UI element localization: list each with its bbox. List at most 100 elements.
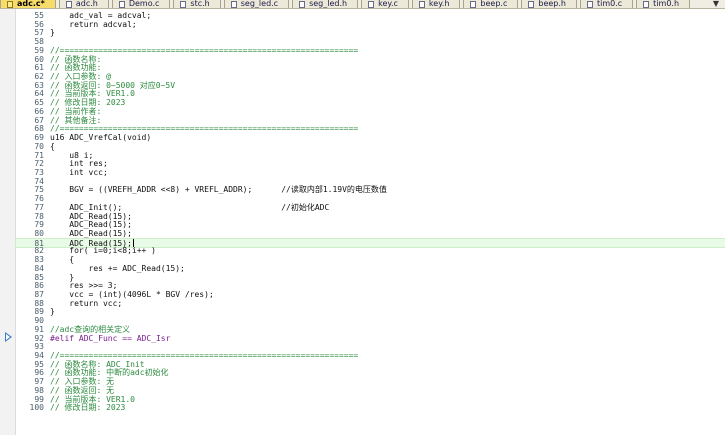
tab-label: key.h	[428, 0, 450, 8]
tab-beep-c[interactable]: beep.c	[463, 0, 519, 8]
line-text: {	[50, 141, 55, 151]
code-line[interactable]: 96// 函数功能: 中断的adc初始化	[16, 369, 725, 378]
line-text: vcc = (int)(4096L * BGV /res);	[50, 290, 214, 299]
code-editor[interactable]: 55 adc_val = adcval; 56 return adcval; 57}…	[15, 11, 725, 413]
code-line[interactable]: 60// 函数名称:	[16, 55, 725, 65]
tab-label: Demo.c	[128, 0, 160, 8]
line-text: ADC_Read(15);	[50, 211, 132, 221]
file-tab-bar: adc.c* adc.h Demo.c stc.h seg_led.c seg_led.h…	[0, 0, 725, 9]
code-line[interactable]: 61// 函数功能:	[16, 63, 725, 73]
line-text: adc_val = adcval;	[50, 11, 152, 20]
file-icon	[586, 0, 593, 8]
file-icon	[528, 0, 535, 8]
tab-tim0-c[interactable]: tim0.c	[579, 0, 634, 8]
code-line[interactable]: 72 int res;	[16, 159, 725, 169]
line-text: // 函数返回: 无	[50, 385, 115, 395]
line-number: 100	[29, 403, 44, 413]
line-text: return vcc;	[50, 298, 123, 308]
code-line[interactable]: 56 return adcval;	[16, 19, 725, 30]
code-line[interactable]: 92 #elif ADC_Func == ADC_Isr	[16, 333, 725, 344]
file-icon	[643, 0, 650, 8]
tab-beep-h[interactable]: beep.h	[521, 0, 577, 8]
tab-label: beep.h	[538, 0, 566, 8]
tab-list-menu-icon[interactable]: ▼	[713, 0, 719, 8]
file-icon	[470, 0, 477, 8]
code-line[interactable]: 71 u8 i;	[16, 150, 725, 161]
line-text: BGV = ((VREFH_ADDR <<8) + VREFL_ADDR); /…	[50, 185, 387, 195]
current-position-arrow-icon	[5, 332, 12, 342]
tab-label: key.c	[378, 0, 398, 8]
code-line[interactable]: 87 vcc = (int)(4096L * BGV /res);	[16, 290, 725, 300]
code-line[interactable]: 84 res += ADC_Read(15);	[16, 263, 725, 274]
line-text: //======================================…	[50, 45, 359, 55]
line-text: u16 ADC_VrefCal(void)	[50, 133, 152, 143]
file-icon	[7, 0, 13, 8]
line-text: return adcval;	[50, 19, 137, 29]
line-number: 80	[34, 228, 44, 238]
line-text: //adc查询的相关定义	[50, 324, 131, 334]
file-icon	[180, 0, 187, 8]
code-line[interactable]: 66// 当前作者:	[16, 106, 725, 117]
code-line[interactable]: 80 ADC_Read(15);	[16, 228, 725, 239]
code-line[interactable]: 69 u16 ADC_VrefCal(void)	[16, 133, 725, 143]
code-line[interactable]: 59//====================================…	[16, 45, 725, 56]
line-text: res += ADC_Read(15);	[50, 263, 185, 273]
line-text: int vcc;	[50, 167, 108, 177]
line-text: ADC_Init(); //初始化ADC	[50, 202, 330, 212]
line-text: // 入口参数: @	[50, 72, 111, 82]
file-icon	[118, 0, 125, 8]
tab-seg-led-c[interactable]: seg_led.c	[223, 0, 290, 8]
code-line[interactable]: 75 BGV = ((VREFH_ADDR <<8) + VREFL_ADDR)…	[16, 186, 725, 195]
line-text: // 入口参数: 无	[50, 377, 115, 387]
code-line[interactable]: 89}	[16, 308, 725, 317]
code-line[interactable]: 82 for( i=0;i<8;i++ )	[16, 247, 725, 256]
code-line[interactable]: 88 return vcc;	[16, 298, 725, 309]
line-text: // 修改日期: 2023	[50, 98, 126, 108]
line-text: // 修改日期: 2023	[50, 403, 126, 413]
line-text: //======================================…	[50, 124, 359, 134]
tab-key-h[interactable]: key.h	[411, 0, 461, 8]
file-icon	[368, 0, 375, 8]
editor-gutter[interactable]	[0, 9, 16, 435]
tab-label: adc.h	[75, 0, 98, 8]
tab-label: seg_led.h	[309, 0, 348, 8]
line-text: }	[50, 307, 55, 317]
code-line[interactable]: 70{	[16, 141, 725, 152]
code-line[interactable]: 100 // 修改日期: 2023	[16, 403, 725, 413]
tab-label: seg_led.c	[240, 0, 279, 8]
tab-label: tim0.h	[653, 0, 680, 8]
tab-label: adc.c*	[17, 0, 45, 8]
tab-stc-h[interactable]: stc.h	[173, 0, 221, 8]
tab-label: tim0.c	[596, 0, 623, 8]
line-text: // 函数功能:	[50, 63, 102, 73]
line-text: for( i=0;i<8;i++ )	[50, 246, 156, 256]
line-text: ADC_Read(15);	[50, 228, 132, 238]
tab-seg-led-h[interactable]: seg_led.h	[292, 0, 359, 8]
line-text: // 当前作者:	[50, 106, 102, 116]
tab-adc-h[interactable]: adc.h	[58, 0, 109, 8]
line-text: // 其他备注:	[50, 115, 102, 125]
line-text: res >>= 3;	[50, 281, 118, 291]
line-text: {	[50, 255, 75, 265]
line-text: ADC_Read(15);	[50, 220, 132, 230]
line-text: }	[50, 272, 75, 282]
tab-demo-c[interactable]: Demo.c	[111, 0, 171, 8]
code-line[interactable]: 73 int vcc;	[16, 167, 725, 178]
line-text: u8 i;	[50, 150, 94, 160]
code-line[interactable]: 57}	[16, 29, 725, 38]
file-icon	[418, 0, 425, 8]
line-text: #elif ADC_Func == ADC_Isr	[50, 333, 171, 343]
code-line[interactable]: 85 }	[16, 272, 725, 283]
file-icon	[65, 0, 72, 8]
code-line[interactable]: 97// 入口参数: 无	[16, 377, 725, 387]
line-text: }	[50, 28, 55, 38]
file-icon	[230, 0, 237, 8]
file-icon	[299, 0, 306, 8]
code-line[interactable]: 65// 修改日期: 2023	[16, 98, 725, 108]
tab-tim0-h[interactable]: tim0.h	[636, 0, 691, 8]
tab-label: beep.c	[480, 0, 508, 8]
line-text: //======================================…	[50, 351, 359, 361]
tab-label: stc.h	[190, 0, 210, 8]
tab-key-c[interactable]: key.c	[361, 0, 409, 8]
tab-adc-c[interactable]: adc.c*	[0, 0, 56, 8]
